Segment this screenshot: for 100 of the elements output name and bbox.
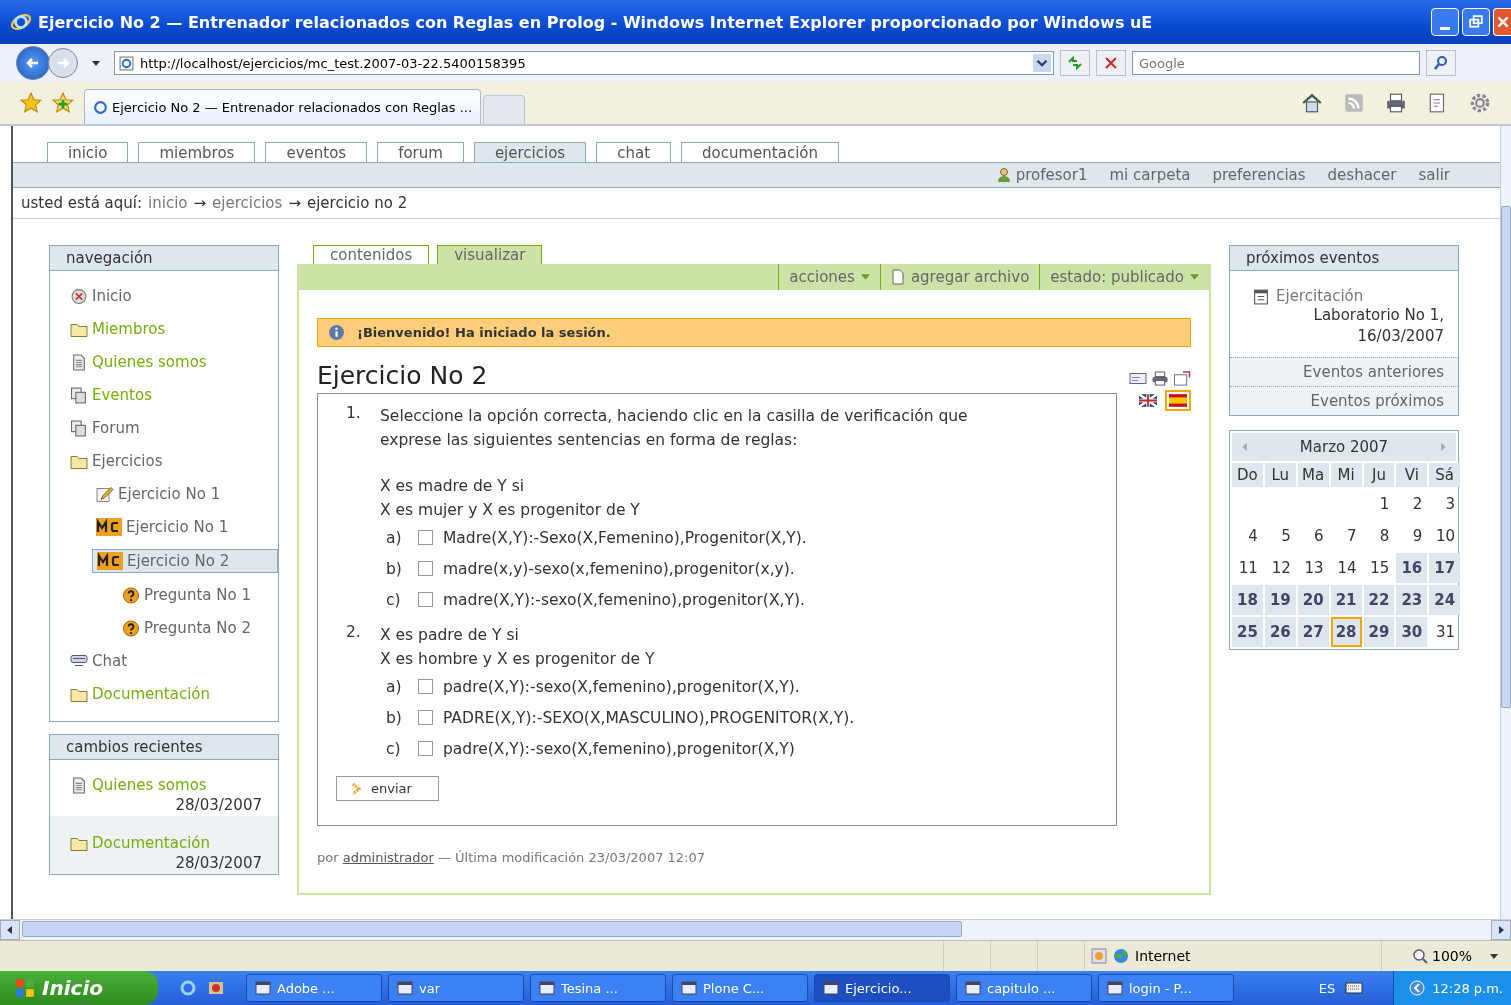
calendar-day[interactable]: 25 [1232,617,1263,647]
checkbox[interactable] [418,592,433,607]
home-icon[interactable] [1301,92,1323,114]
calendar-day[interactable]: 30 [1396,617,1428,647]
scroll-left-button[interactable] [0,920,20,940]
back-button[interactable] [16,46,50,80]
user-action-link[interactable]: profesor1 [1015,166,1088,184]
calendar-day[interactable]: 16 [1396,553,1428,583]
taskbar-button[interactable]: var [388,974,524,1002]
nav-item[interactable]: Ejercicio No 1 [92,483,225,505]
calendar-day[interactable]: 17 [1429,553,1461,583]
security-zone: Internet [1135,948,1191,964]
taskbar-button[interactable]: Plone C... [672,974,808,1002]
question-text: X es hombre y X es progenitor de Y [380,649,656,670]
fullscreen-icon[interactable] [1173,371,1191,386]
document-icon [70,353,88,371]
checkbox[interactable] [418,710,433,725]
email-icon[interactable] [1129,371,1147,386]
nav-item[interactable]: Inicio [66,285,136,307]
calendar-day[interactable]: 23 [1396,585,1428,615]
event-title[interactable]: Ejercitación [1276,287,1364,305]
author-link[interactable]: administrador [342,850,434,865]
print-icon[interactable] [1385,92,1407,114]
calendar-day[interactable]: 28 [1330,617,1362,647]
user-action-link[interactable]: salir [1418,166,1450,184]
forward-button[interactable] [48,48,78,78]
star-icon[interactable] [20,92,42,114]
window-title: Ejercicio No 2 — Entrenador relacionados con Reglas en Prolog - Windows Internet Explorer proporcionado por Windows uE [38,12,1154,32]
caret-icon [860,274,870,280]
close-button[interactable] [1493,8,1511,36]
checkbox[interactable] [418,561,433,576]
flag-icon[interactable] [1165,390,1191,411]
scrollbar-thumb[interactable] [1501,206,1511,708]
content-tab[interactable]: contenidos [313,245,430,264]
minimize-button[interactable] [1431,8,1459,36]
dropdown-caret-icon[interactable] [92,60,100,66]
submit-button[interactable]: enviar [336,776,439,801]
site-tab[interactable]: documentación [681,142,839,162]
calendar-day[interactable]: 29 [1363,617,1395,647]
next-month-icon[interactable] [1440,443,1446,451]
breadcrumb-link[interactable]: ejercicio no 2 [306,194,408,212]
start-button[interactable]: Inicio [0,971,158,1005]
action-menu[interactable]: agregar archivo [879,264,1040,290]
previous-month-icon[interactable] [1242,443,1248,451]
calendar-day[interactable]: 24 [1429,585,1461,615]
user-action-link[interactable]: deshacer [1327,166,1397,184]
search-button[interactable] [1426,50,1456,76]
nav-item[interactable]: Pregunta No 2 [118,617,255,639]
browser-icon[interactable] [178,978,198,998]
calendar-day[interactable]: 27 [1297,617,1329,647]
maximize-button[interactable] [1462,8,1490,36]
action-menu[interactable]: acciones [778,264,880,290]
calendar-day[interactable]: 19 [1264,585,1296,615]
user-action-link[interactable]: mi carpeta [1109,166,1191,184]
nav-item[interactable]: Ejercicio No 1 [92,516,233,538]
dropdown-icon[interactable] [1033,54,1051,72]
feed-icon[interactable] [1343,92,1365,114]
nav-item[interactable]: Pregunta No 1 [118,584,255,606]
taskbar-button[interactable]: login - P... [1098,974,1234,1002]
site-tab[interactable]: inicio [47,142,129,162]
breadcrumb-link[interactable]: ejercicios [212,194,283,212]
events-link[interactable]: Eventos anteriores [1230,357,1458,386]
site-tab[interactable]: forum [377,142,464,162]
scrollbar-thumb[interactable] [22,921,962,937]
calendar-day[interactable]: 26 [1264,617,1296,647]
taskbar-button[interactable]: capitulo ... [956,974,1092,1002]
events-link[interactable]: Eventos próximos [1230,386,1458,415]
keyboard-icon[interactable] [1345,980,1364,996]
taskbar-button[interactable]: Tesina ... [530,974,666,1002]
checkbox[interactable] [418,530,433,545]
user-action-link[interactable]: preferencias [1212,166,1306,184]
checkbox[interactable] [418,741,433,756]
nav-item[interactable]: Ejercicio No 2 [92,549,278,573]
checkbox[interactable] [418,679,433,694]
content-tab[interactable]: visualizar [437,245,543,264]
refresh-button[interactable] [1060,50,1090,76]
breadcrumb-link[interactable]: inicio [148,194,188,212]
settings-icon[interactable] [1469,92,1491,114]
stop-button[interactable] [1096,50,1126,76]
action-menu[interactable]: estado: publicado [1039,264,1209,290]
browser-tab[interactable]: Ejercicio No 2 — Entrenador relacionados con Reglas ... [84,89,482,124]
language-indicator[interactable]: ES [1318,980,1336,996]
calendar-day[interactable]: 22 [1363,585,1395,615]
address-field[interactable]: http://localhost/ejercicios/mc_test.2007-03-22.5400158395 [114,51,1054,75]
site-tab[interactable]: eventos [265,142,368,162]
add-favorite-icon[interactable] [52,92,74,114]
calendar-day[interactable]: 18 [1232,585,1263,615]
site-tab[interactable]: ejercicios [473,142,587,162]
taskbar-button[interactable]: Adobe ... [246,974,382,1002]
nav-item[interactable]: Ejercicios [66,450,167,472]
taskbar-button[interactable]: Ejercicio... [814,974,950,1002]
search-field[interactable]: Google [1132,51,1420,75]
calendar-day[interactable]: 21 [1330,585,1362,615]
scroll-right-button[interactable] [1491,920,1511,940]
site-tab[interactable]: chat [596,142,671,162]
print-icon[interactable] [1151,371,1169,386]
site-tab[interactable]: miembros [138,142,256,162]
nav-item[interactable]: Forum [66,417,144,439]
nav-item[interactable]: Chat [66,650,132,672]
calendar-day[interactable]: 20 [1297,585,1329,615]
